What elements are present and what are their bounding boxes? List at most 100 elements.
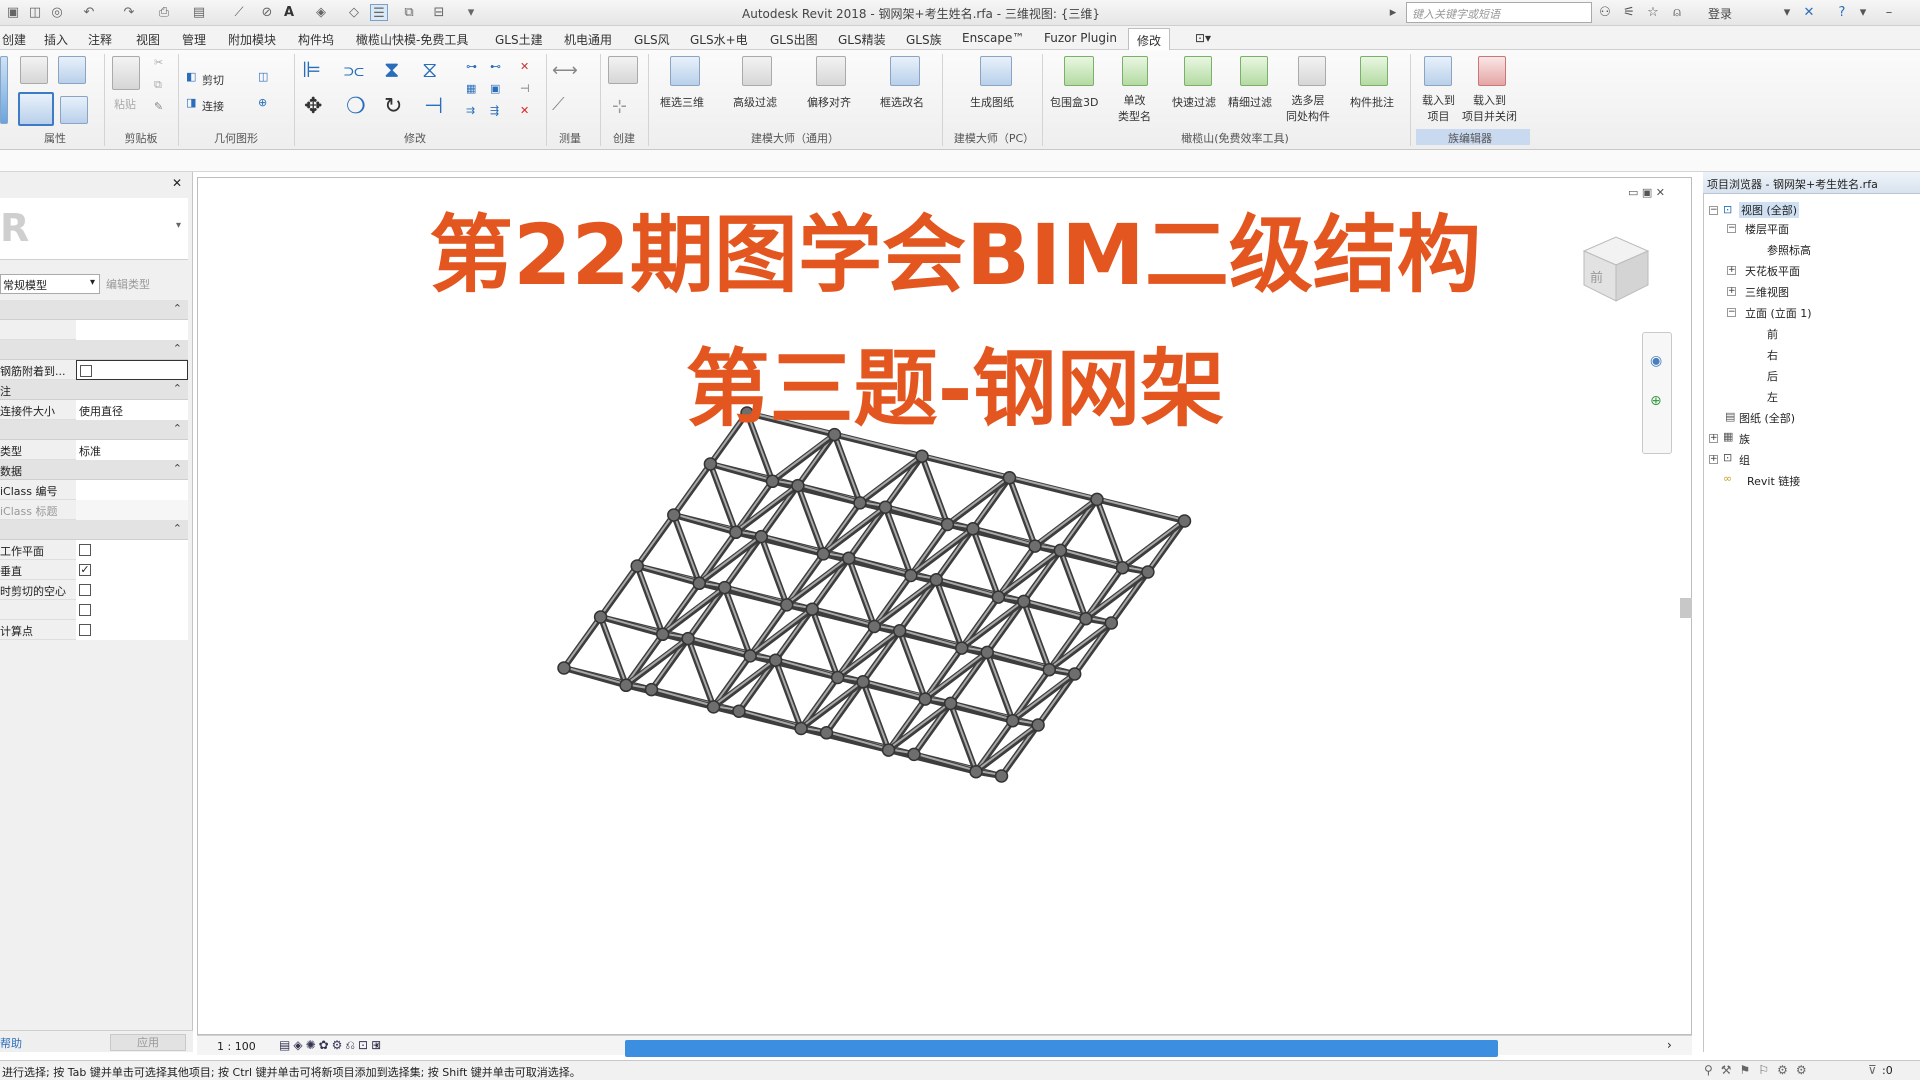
multi-layer-select-button[interactable] (1298, 56, 1326, 86)
tab-enscape[interactable]: Enscape™ (962, 31, 1024, 45)
property-group-header[interactable]: ⌃ (0, 520, 188, 540)
help-dropdown-icon[interactable]: ▾ (1854, 4, 1872, 21)
tab-insert[interactable]: 插入 (44, 31, 68, 48)
checkbox[interactable] (79, 604, 91, 616)
properties-button[interactable] (18, 92, 54, 126)
expand-icon[interactable]: + (1709, 455, 1718, 464)
dimension-icon[interactable]: ⟋ (230, 4, 248, 21)
create-similar-button[interactable] (608, 56, 638, 84)
3d-view-icon[interactable]: ◈ (312, 4, 330, 21)
measure-icon[interactable]: ▤ (190, 4, 208, 21)
open-icon[interactable]: ◫ (26, 4, 44, 21)
property-value[interactable] (76, 600, 188, 620)
generate-drawing-button[interactable] (980, 56, 1012, 86)
help-icon[interactable]: ? (1833, 4, 1851, 21)
family-types-button[interactable] (20, 56, 48, 84)
tab-annotate[interactable]: 注释 (88, 31, 112, 48)
tab-mep[interactable]: 机电通用 (564, 31, 612, 48)
favorites-icon[interactable]: ☆ (1644, 4, 1662, 21)
checkbox[interactable] (79, 544, 91, 556)
exchange-icon[interactable]: ✕ (1800, 4, 1818, 21)
switch-windows-icon[interactable]: ⊟ (430, 4, 448, 21)
thin-lines-icon[interactable]: ☰ (370, 4, 388, 21)
split-face-icon[interactable]: ⊕ (258, 96, 267, 109)
section-icon[interactable]: ◇ (345, 4, 363, 21)
binoculars-icon[interactable]: ⚇ (1596, 4, 1614, 21)
move-icon[interactable]: ✥ (304, 94, 322, 119)
property-value[interactable] (76, 540, 188, 560)
tab-component-dock[interactable]: 构件坞 (298, 31, 334, 48)
redo-icon[interactable]: ↷ (120, 4, 138, 21)
property-group-header[interactable]: 数据 ⌃ (0, 460, 188, 480)
checkbox-checked[interactable]: ✓ (79, 564, 91, 576)
subscription-icon[interactable]: ⚟ (1620, 4, 1638, 21)
print-icon[interactable]: ⎙ (155, 4, 173, 21)
align-icon[interactable]: ⊫ (302, 58, 321, 83)
view-scale[interactable]: 1 : 100 (217, 1040, 256, 1053)
tab-gls-finish[interactable]: GLS精装 (838, 31, 886, 48)
tab-manage[interactable]: 管理 (182, 31, 206, 48)
view-control-icons[interactable]: ▤◈✺✿⚙⎌⊡⊞ (279, 1038, 384, 1053)
close-hidden-icon[interactable]: ⧉ (400, 4, 418, 21)
delete-icon[interactable]: ✕ (520, 104, 529, 117)
paste-button[interactable] (112, 56, 140, 90)
tab-gls-hvac[interactable]: GLS风 (634, 31, 670, 48)
join-geometry-icon[interactable]: ◨ (186, 96, 196, 109)
tab-view[interactable]: 视图 (136, 31, 160, 48)
split-icon[interactable]: ⊶ (466, 60, 477, 73)
tab-gls-drawing[interactable]: GLS出图 (770, 31, 818, 48)
void-icon[interactable]: ◫ (258, 70, 268, 83)
fine-filter-button[interactable] (1240, 56, 1268, 86)
collapse-icon[interactable]: − (1727, 308, 1736, 317)
dropdown-icon[interactable]: ▾ (1778, 4, 1796, 21)
tree-node-revit-links[interactable]: Revit 链接 (1747, 473, 1800, 489)
property-value[interactable] (76, 620, 188, 640)
text-icon[interactable]: A (280, 4, 298, 21)
batch-annotate-button[interactable] (1360, 56, 1388, 86)
search-expand-icon[interactable]: ▸ (1384, 4, 1402, 21)
checkbox[interactable] (79, 624, 91, 636)
trim-icon[interactable]: ⊣ (424, 94, 443, 119)
tab-fuzor[interactable]: Fuzor Plugin (1044, 31, 1117, 45)
pin-icon[interactable]: ⊣ (520, 82, 530, 95)
tab-create[interactable]: 创建 (2, 31, 26, 48)
save-icon[interactable]: ▣ (4, 4, 22, 21)
split-gap-icon[interactable]: ⊷ (490, 60, 501, 73)
measure-distance-icon[interactable]: ⟷ (552, 60, 578, 81)
copy-element-icon[interactable]: ❍ (346, 94, 366, 119)
load-into-project-button[interactable] (1424, 56, 1452, 86)
login-link[interactable]: 登录 (1708, 5, 1732, 22)
box-3d-button[interactable] (670, 56, 700, 86)
apply-button[interactable]: 应用 (110, 1034, 186, 1051)
extend-single-icon[interactable]: ⇉ (466, 104, 475, 117)
unpin-icon[interactable]: ✕ (520, 60, 529, 73)
minimize-icon[interactable]: – (1880, 4, 1898, 21)
offset-align-button[interactable] (816, 56, 846, 86)
tab-gls-water-elec[interactable]: GLS水+电 (690, 31, 748, 48)
status-tool-icons[interactable]: ⚲⚒⚑⚐⚙⚙ (1704, 1063, 1815, 1077)
match-type-icon[interactable]: ✎ (154, 100, 163, 113)
bbox-3d-button[interactable] (1064, 56, 1094, 86)
property-value[interactable]: ✓ (76, 560, 188, 580)
property-value[interactable] (76, 580, 188, 600)
scroll-right-icon[interactable]: › (1667, 1038, 1672, 1052)
mirror-draw-icon[interactable]: ⧖ (422, 58, 437, 83)
create-group-icon[interactable]: ⊹ (612, 96, 627, 117)
checkbox[interactable] (79, 584, 91, 596)
property-value[interactable] (76, 480, 188, 500)
array-icon[interactable]: ▦ (466, 82, 476, 95)
filter-icon[interactable]: ⊽ (1868, 1063, 1877, 1077)
dimension-aligned-icon[interactable]: ⟋ (552, 94, 565, 115)
property-value[interactable]: 标准 (76, 440, 188, 460)
user-icon[interactable]: ⍝ (1668, 4, 1686, 21)
rotate-icon[interactable]: ↻ (384, 94, 402, 119)
properties-help-link[interactable]: 帮助 (0, 1035, 22, 1051)
tab-addins[interactable]: 附加模块 (228, 31, 276, 48)
tag-icon[interactable]: ⊘ (258, 4, 276, 21)
rename-button[interactable] (890, 56, 920, 86)
cut-geometry-icon[interactable]: ◧ (186, 70, 196, 83)
sync-icon[interactable]: ◎ (48, 4, 66, 21)
modify-select-button[interactable] (0, 56, 8, 124)
panel-toggle-icon[interactable]: ⊡▾ (1195, 31, 1211, 45)
type-properties-button[interactable] (60, 96, 88, 124)
